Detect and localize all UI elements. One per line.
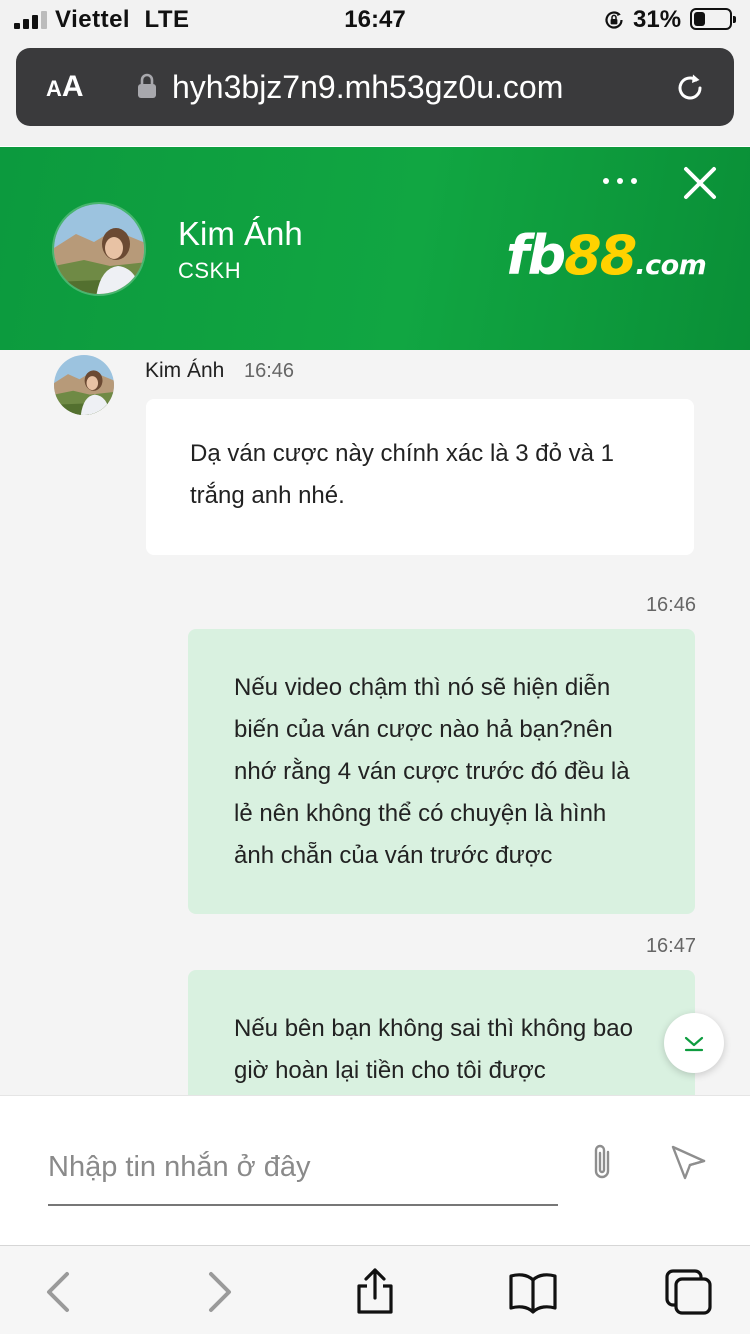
lock-icon xyxy=(138,73,156,98)
agent-name: Kim Ánh xyxy=(178,215,303,252)
chat-messages[interactable]: Kim Ánh 16:46 Dạ ván cược này chính xác … xyxy=(0,350,750,1095)
message-time: 16:46 xyxy=(645,594,696,616)
outgoing-message: Nếu bên bạn không sai thì không bao giờ … xyxy=(188,970,695,1095)
chat-header: Kim Ánh CSKH fb88.com xyxy=(0,147,750,350)
message-time: 16:47 xyxy=(645,935,696,957)
chevron-down-icon xyxy=(684,1036,704,1052)
back-icon[interactable] xyxy=(34,1268,84,1316)
url-text[interactable]: hyh3bjz7n9.mh53gz0u.com xyxy=(172,66,563,108)
more-dots-icon[interactable] xyxy=(598,169,642,193)
incoming-message: Dạ ván cược này chính xác là 3 đỏ và 1 t… xyxy=(146,399,694,555)
brand-logo-88: 88 xyxy=(564,224,637,287)
agent-role: CSKH xyxy=(178,258,242,283)
brand-logo-fb: fb xyxy=(506,224,566,287)
carrier-info: Viettel LTE xyxy=(55,6,189,34)
message-input[interactable] xyxy=(48,1130,558,1206)
browser-toolbar xyxy=(0,1245,750,1334)
message-sender: Kim Ánh xyxy=(145,359,225,382)
agent-avatar xyxy=(52,202,146,296)
status-bar: Viettel LTE 16:47 31% xyxy=(0,0,750,40)
outgoing-message: Nếu video chậm thì nó sẽ hiện diễn biến … xyxy=(188,629,695,914)
carrier-name: Viettel xyxy=(55,6,131,33)
address-bar[interactable]: AA hyh3bjz7n9.mh53gz0u.com xyxy=(16,48,734,126)
battery-percentage: 31% xyxy=(633,6,682,33)
message-composer xyxy=(0,1095,750,1245)
scroll-to-bottom-button[interactable] xyxy=(664,1013,724,1073)
send-icon[interactable] xyxy=(668,1142,708,1182)
share-icon[interactable] xyxy=(350,1268,400,1316)
bookmarks-icon[interactable] xyxy=(508,1268,558,1316)
reload-icon[interactable] xyxy=(672,70,708,106)
orientation-lock-icon xyxy=(605,11,623,29)
battery-level xyxy=(694,12,705,26)
message-time: 16:46 xyxy=(244,360,295,382)
cellular-signal-icon xyxy=(14,11,48,29)
browser-top-bar: AA hyh3bjz7n9.mh53gz0u.com xyxy=(0,40,750,146)
network-type: LTE xyxy=(144,6,190,33)
paperclip-icon[interactable] xyxy=(586,1140,618,1184)
forward-icon[interactable] xyxy=(194,1268,244,1316)
text-size-small-label: A xyxy=(46,76,62,101)
close-icon[interactable] xyxy=(680,163,720,203)
brand-logo: fb88.com xyxy=(506,224,707,297)
text-size-button[interactable]: AA xyxy=(46,72,84,104)
text-size-large-label: A xyxy=(61,70,84,103)
brand-logo-domain: .com xyxy=(635,250,707,281)
tabs-icon[interactable] xyxy=(664,1268,714,1316)
sender-avatar xyxy=(54,355,114,415)
battery-icon xyxy=(690,8,736,30)
